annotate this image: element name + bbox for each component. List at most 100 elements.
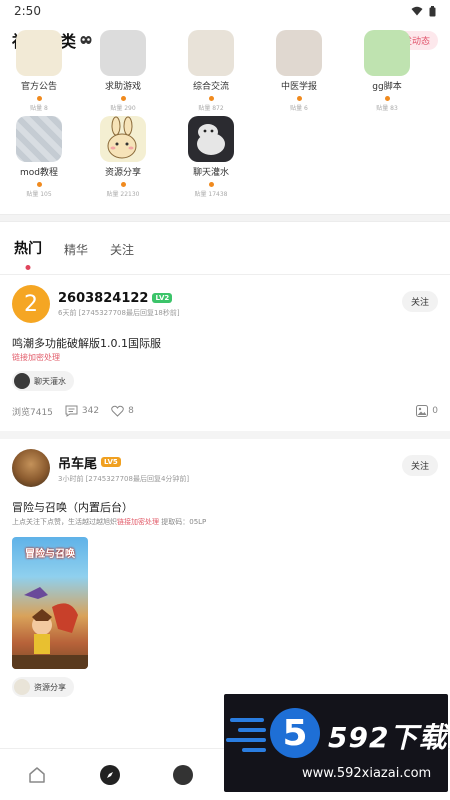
- nav-more[interactable]: [172, 764, 194, 786]
- follow-button[interactable]: 关注: [401, 455, 438, 476]
- fire-icon: [208, 182, 214, 187]
- category-thumb: [100, 30, 146, 76]
- post-header: 2 2603824122 LV2 6天前 [2745327708最后回复18秒前…: [12, 285, 438, 323]
- nav-home[interactable]: [26, 764, 48, 786]
- post-separator: [0, 431, 450, 439]
- post-image[interactable]: 冒险与召唤: [12, 537, 88, 669]
- avatar[interactable]: 2: [12, 285, 50, 323]
- comment-count: 342: [81, 406, 100, 416]
- post-tag[interactable]: 聊天灌水: [12, 371, 74, 391]
- category-count: 贴量 6: [290, 105, 308, 112]
- category-thumb: [16, 30, 62, 76]
- follow-button[interactable]: 关注: [401, 291, 438, 312]
- nav-discover[interactable]: [99, 764, 121, 786]
- category-thumb: [188, 30, 234, 76]
- post-meta: 3小时前 [2745327708最后回复4分钟前]: [58, 474, 190, 483]
- image-stat: 0: [416, 405, 438, 417]
- logo-stripe: [226, 738, 266, 742]
- status-bar: 2:50: [0, 0, 450, 22]
- post-stats: 浏览7415 342 8 0: [12, 403, 438, 419]
- post-header: 吊车尾 LV5 3小时前 [2745327708最后回复4分钟前] 关注: [12, 449, 438, 487]
- category-thumb: [188, 116, 234, 162]
- post-card[interactable]: 吊车尾 LV5 3小时前 [2745327708最后回复4分钟前] 关注 冒险与…: [0, 439, 450, 699]
- category-name: gg脚本: [372, 82, 402, 92]
- category-medical-report[interactable]: 中医学报 贴量 6: [264, 30, 334, 112]
- logo-mark: 5: [270, 708, 320, 758]
- logo-stripe: [238, 728, 266, 732]
- category-count: 贴量 290: [110, 105, 136, 112]
- category-count: 贴量 872: [198, 105, 224, 112]
- fire-icon: [120, 182, 126, 187]
- post-card[interactable]: 2 2603824122 LV2 6天前 [2745327708最后回复18秒前…: [0, 275, 450, 419]
- category-chat-water[interactable]: 聊天灌水 贴量 17438: [176, 116, 246, 198]
- logo-url: www.592xiazai.com: [302, 766, 432, 781]
- excerpt-text: 上点关注下点赞，生活越过越旭炽: [12, 518, 117, 526]
- category-mod-tutorial[interactable]: mod教程 贴量 105: [4, 116, 74, 198]
- category-name: 官方公告: [20, 82, 57, 92]
- post-link[interactable]: 链接加密处理: [12, 352, 438, 363]
- tag-thumb: [14, 373, 30, 389]
- category-gg-script[interactable]: gg脚本 贴量 83: [352, 30, 422, 112]
- fire-icon: [296, 96, 302, 101]
- category-thumb: [276, 30, 322, 76]
- extraction-code: 提取码：05LP: [161, 518, 207, 526]
- site-watermark: 5 592下载 www.592xiazai.com: [224, 694, 448, 792]
- section-divider: [0, 214, 450, 222]
- level-badge: LV2: [152, 293, 173, 303]
- post-tag[interactable]: 资源分享: [12, 677, 74, 697]
- tag-label: 聊天灌水: [34, 376, 66, 386]
- category-thumb: [100, 116, 146, 162]
- creature-icon: [197, 124, 225, 155]
- category-name: 综合交流: [192, 82, 229, 92]
- category-name: 求助游戏: [104, 82, 141, 92]
- category-count: 贴量 22130: [106, 191, 140, 198]
- wifi-icon: [411, 6, 423, 16]
- category-help-games[interactable]: 求助游戏 贴量 290: [88, 30, 158, 112]
- username[interactable]: 吊车尾: [58, 453, 97, 472]
- status-icons: [411, 5, 436, 17]
- category-official-announcement[interactable]: 官方公告 贴量 8: [4, 30, 74, 112]
- category-thumb: [364, 30, 410, 76]
- tab-hot[interactable]: 热门: [14, 238, 42, 266]
- tab-featured[interactable]: 精华: [64, 241, 88, 266]
- tab-following[interactable]: 关注: [110, 241, 134, 266]
- comment-icon: [65, 405, 78, 417]
- category-resource-share[interactable]: 资源分享 贴量 22130: [88, 116, 158, 198]
- battery-icon: [429, 5, 436, 16]
- logo-stripe: [242, 748, 266, 752]
- category-count: 贴量 105: [26, 191, 52, 198]
- fire-icon: [36, 96, 42, 101]
- category-thumb: [16, 116, 62, 162]
- compass-icon: [99, 764, 120, 785]
- image-icon: [416, 405, 429, 417]
- like-stat[interactable]: 8: [111, 405, 134, 417]
- category-name: 资源分享: [104, 168, 141, 178]
- feed-tabs: 热门 精华 关注: [0, 222, 450, 266]
- image-count: 0: [432, 406, 438, 416]
- category-name: 聊天灌水: [192, 168, 229, 178]
- fire-icon: [208, 96, 214, 101]
- category-grid: 官方公告 贴量 8 求助游戏 贴量 290 综合交流 贴量 872 中医学报 贴…: [0, 30, 450, 208]
- tag-label: 资源分享: [34, 682, 66, 692]
- view-count: 浏览7415: [12, 407, 53, 418]
- status-time: 2:50: [14, 4, 41, 18]
- circle-icon: [173, 764, 194, 785]
- fire-icon: [36, 182, 42, 187]
- fire-icon: [384, 96, 390, 101]
- comment-stat[interactable]: 342: [65, 405, 99, 417]
- post-title[interactable]: 鸣潮多功能破解版1.0.1国际服: [12, 335, 438, 351]
- avatar[interactable]: [12, 449, 50, 487]
- post-meta: 6天前 [2745327708最后回复18秒前]: [58, 308, 180, 317]
- category-general-chat[interactable]: 综合交流 贴量 872: [176, 30, 246, 112]
- logo-brand: 592下载: [328, 721, 448, 754]
- category-count: 贴量 8: [30, 105, 48, 112]
- name-row: 吊车尾 LV5: [58, 453, 189, 472]
- post-excerpt: 上点关注下点赞，生活越过越旭炽链接加密处理 提取码：05LP: [12, 517, 438, 527]
- post-title[interactable]: 冒险与召唤（内置后台）: [12, 499, 438, 515]
- post-link[interactable]: 链接加密处理: [117, 518, 159, 526]
- username[interactable]: 2603824122: [58, 291, 148, 306]
- category-name: 中医学报: [280, 82, 317, 92]
- category-count: 贴量 83: [376, 105, 398, 112]
- rabbit-icon: [107, 116, 137, 159]
- fire-icon: [120, 96, 126, 101]
